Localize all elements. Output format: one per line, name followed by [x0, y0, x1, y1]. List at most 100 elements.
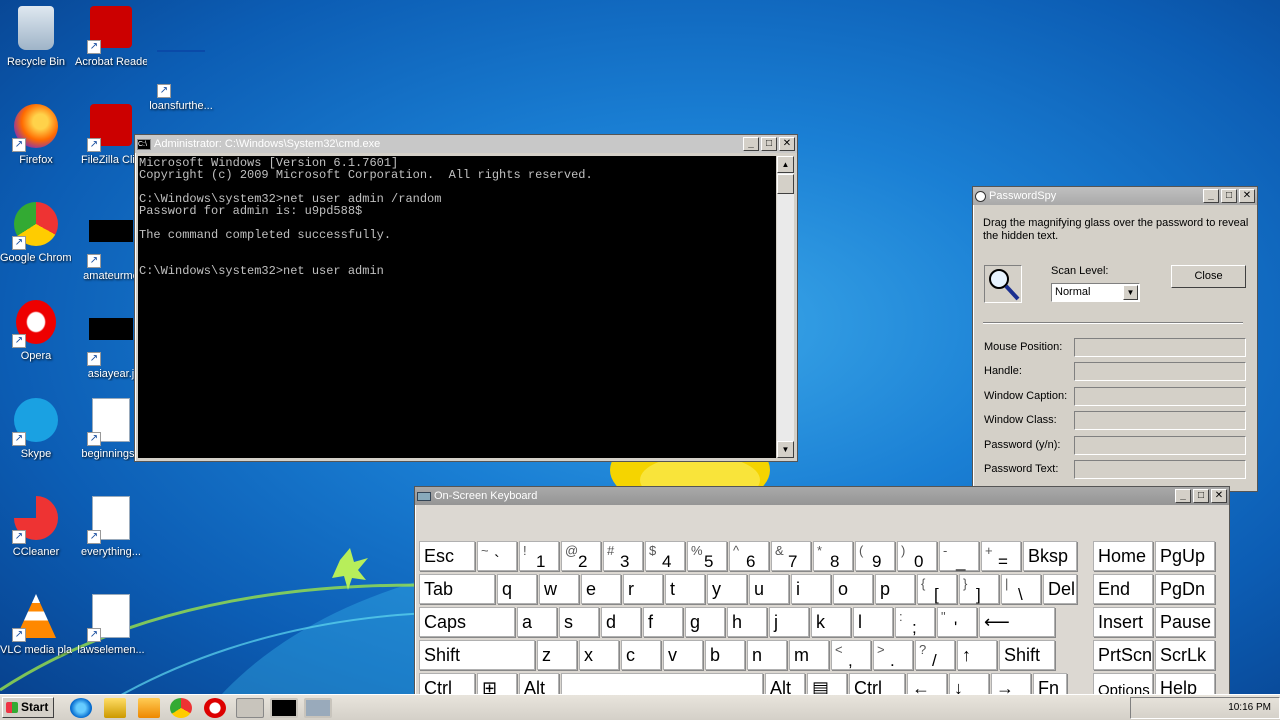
maximize-button[interactable]: □	[1221, 189, 1237, 203]
key-l[interactable]: l	[853, 607, 893, 637]
key-z[interactable]: z	[537, 640, 577, 670]
key-insert[interactable]: Insert	[1093, 607, 1153, 637]
key-del[interactable]: Del	[1043, 574, 1077, 604]
desktop-icon[interactable]: ↗ loansfurthe...	[145, 6, 217, 113]
key-shift[interactable]: Shift	[999, 640, 1055, 670]
key-[interactable]: {[	[917, 574, 957, 604]
key-[interactable]: ~ `	[477, 541, 517, 571]
key-e[interactable]: e	[581, 574, 621, 604]
key-4[interactable]: $4	[645, 541, 685, 571]
key-0[interactable]: ) 0	[897, 541, 937, 571]
key-3[interactable]: #3	[603, 541, 643, 571]
key-2[interactable]: @2	[561, 541, 601, 571]
key-8[interactable]: * 8	[813, 541, 853, 571]
chrome-icon[interactable]	[170, 698, 192, 718]
close-button[interactable]: ✕	[1211, 489, 1227, 503]
maximize-button[interactable]: □	[1193, 489, 1209, 503]
key-c[interactable]: c	[621, 640, 661, 670]
start-button[interactable]: Start	[2, 697, 54, 718]
passwordspy-titlebar[interactable]: PasswordSpy _ □ ✕	[973, 187, 1257, 205]
key-[interactable]: + =	[981, 541, 1021, 571]
key-k[interactable]: k	[811, 607, 851, 637]
key-q[interactable]: q	[497, 574, 537, 604]
cmd-window[interactable]: C:\ Administrator: C:\Windows\System32\c…	[134, 134, 798, 462]
key-tab[interactable]: Tab	[419, 574, 495, 604]
minimize-button[interactable]: _	[1203, 189, 1219, 203]
passwordspy-close-button[interactable]: Close	[1171, 265, 1246, 288]
key-1[interactable]: ! 1	[519, 541, 559, 571]
key-u[interactable]: u	[749, 574, 789, 604]
passwordspy-taskbar-icon[interactable]	[236, 698, 264, 718]
key-m[interactable]: m	[789, 640, 829, 670]
key-[interactable]: | \	[1001, 574, 1041, 604]
close-button[interactable]: ✕	[779, 137, 795, 151]
key-[interactable]: ↑	[957, 640, 997, 670]
chevron-down-icon[interactable]: ▼	[1123, 285, 1138, 300]
key-[interactable]: :;	[895, 607, 935, 637]
osk-titlebar[interactable]: On-Screen Keyboard _ □ ✕	[415, 487, 1229, 505]
keyboard-taskbar-icon[interactable]	[304, 698, 332, 718]
key-esc[interactable]: Esc	[419, 541, 475, 571]
desktop-icon[interactable]: ↗ Google Chrome	[0, 202, 72, 265]
desktop-icon[interactable]: ↗ lawselemen...	[75, 594, 147, 657]
key-h[interactable]: h	[727, 607, 767, 637]
key-9[interactable]: (9	[855, 541, 895, 571]
key-a[interactable]: a	[517, 607, 557, 637]
minimize-button[interactable]: _	[1175, 489, 1191, 503]
key-[interactable]: <,	[831, 640, 871, 670]
key-prtscn[interactable]: PrtScn	[1093, 640, 1153, 670]
minimize-button[interactable]: _	[743, 137, 759, 151]
desktop-icon[interactable]: ↗ VLC media player	[0, 594, 72, 657]
key-shift[interactable]: Shift	[419, 640, 535, 670]
on-screen-keyboard-window[interactable]: On-Screen Keyboard _ □ ✕ Esc ~ `! 1 @2 #3 $4% 5…	[414, 486, 1230, 710]
key-y[interactable]: y	[707, 574, 747, 604]
key-scrlk[interactable]: ScrLk	[1155, 640, 1215, 670]
key-pgup[interactable]: PgUp	[1155, 541, 1215, 571]
desktop-icon[interactable]: ↗ everything...	[75, 496, 147, 559]
clock[interactable]: 10:16 PM	[1228, 702, 1271, 713]
key-j[interactable]: j	[769, 607, 809, 637]
key-5[interactable]: % 5	[687, 541, 727, 571]
key-end[interactable]: End	[1093, 574, 1153, 604]
scroll-down-arrow-icon[interactable]: ▼	[777, 441, 794, 458]
scan-level-select[interactable]: Normal ▼	[1051, 283, 1140, 302]
key-[interactable]: " '	[937, 607, 977, 637]
key-bksp[interactable]: Bksp	[1023, 541, 1077, 571]
key-x[interactable]: x	[579, 640, 619, 670]
key-s[interactable]: s	[559, 607, 599, 637]
internet-explorer-icon[interactable]	[70, 698, 92, 718]
scroll-up-arrow-icon[interactable]: ▲	[777, 156, 794, 173]
key-pause[interactable]: Pause	[1155, 607, 1215, 637]
close-button[interactable]: ✕	[1239, 189, 1255, 203]
key-6[interactable]: ^ 6	[729, 541, 769, 571]
opera-icon[interactable]	[204, 698, 226, 718]
key-b[interactable]: b	[705, 640, 745, 670]
key-g[interactable]: g	[685, 607, 725, 637]
key-r[interactable]: r	[623, 574, 663, 604]
maximize-button[interactable]: □	[761, 137, 777, 151]
desktop-icon[interactable]: Recycle Bin	[0, 6, 72, 69]
cmd-console-output[interactable]: Microsoft Windows [Version 6.1.7601] Copy…	[138, 156, 776, 458]
scroll-thumb[interactable]	[777, 174, 794, 194]
passwordspy-window[interactable]: PasswordSpy _ □ ✕ Drag the magnifying gl…	[972, 186, 1258, 492]
key-pgdn[interactable]: PgDn	[1155, 574, 1215, 604]
key-p[interactable]: p	[875, 574, 915, 604]
key-home[interactable]: Home	[1093, 541, 1153, 571]
desktop-icon[interactable]: ↗ Opera	[0, 300, 72, 363]
key-o[interactable]: o	[833, 574, 873, 604]
key-[interactable]: - _	[939, 541, 979, 571]
media-player-icon[interactable]	[138, 698, 160, 718]
key-n[interactable]: n	[747, 640, 787, 670]
key-d[interactable]: d	[601, 607, 641, 637]
key-v[interactable]: v	[663, 640, 703, 670]
key-[interactable]: ⟵	[979, 607, 1055, 637]
key-caps[interactable]: Caps	[419, 607, 515, 637]
desktop-icon[interactable]: ↗ Skype	[0, 398, 72, 461]
key-[interactable]: >.	[873, 640, 913, 670]
file-explorer-icon[interactable]	[104, 698, 126, 718]
cmd-scrollbar[interactable]: ▲ ▼	[777, 156, 794, 458]
cmd-taskbar-icon[interactable]	[270, 698, 298, 718]
key-7[interactable]: & 7	[771, 541, 811, 571]
key-i[interactable]: i	[791, 574, 831, 604]
key-[interactable]: }]	[959, 574, 999, 604]
